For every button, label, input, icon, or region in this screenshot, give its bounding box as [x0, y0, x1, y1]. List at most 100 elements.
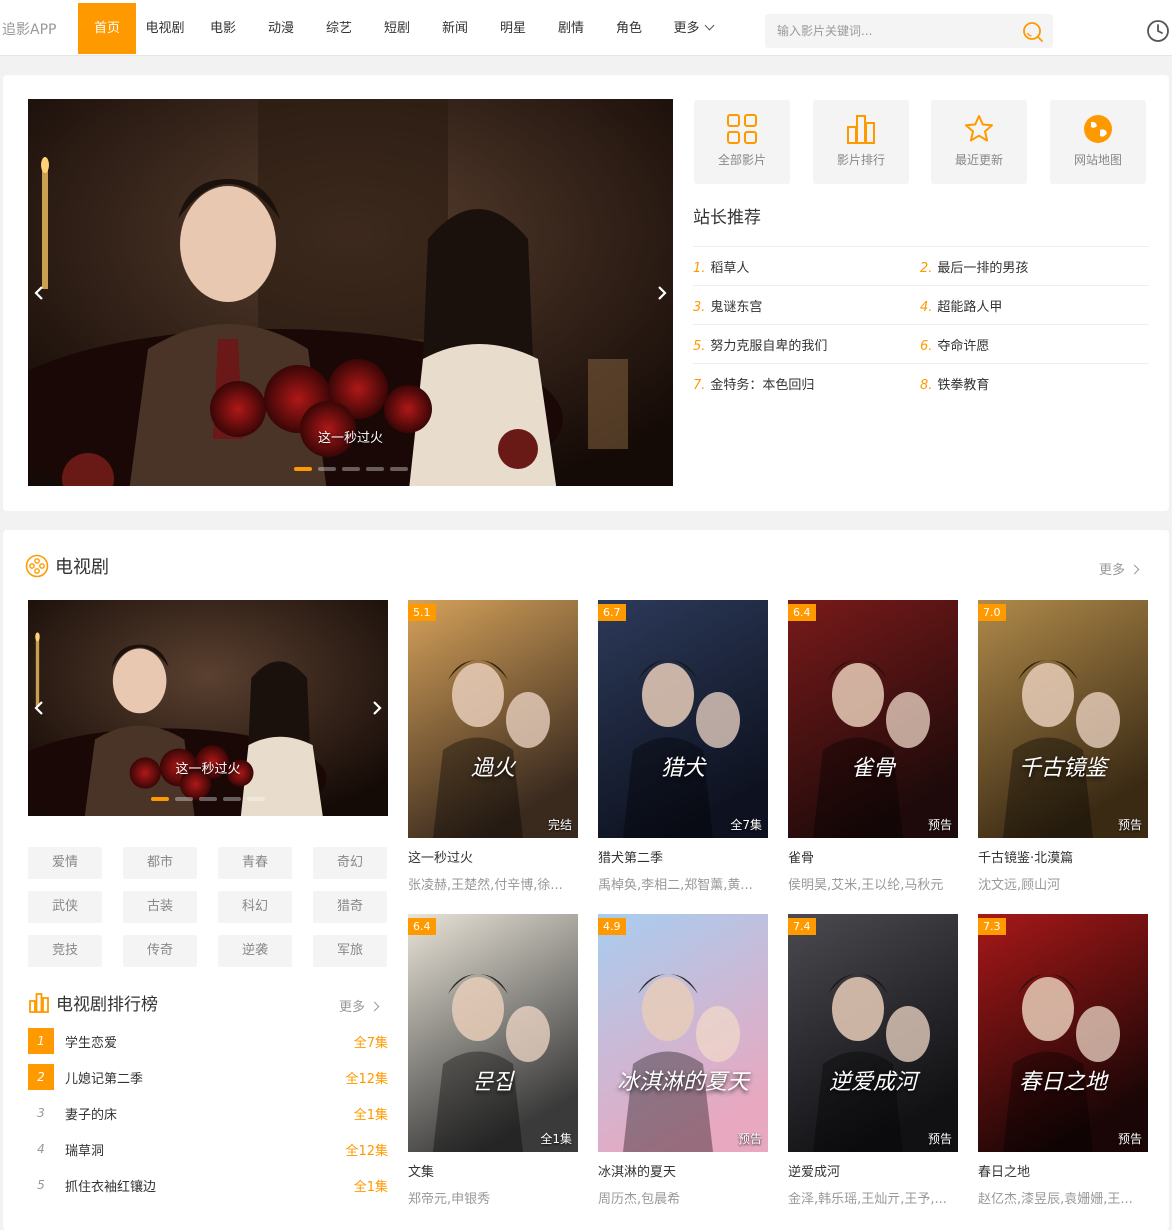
nav-plot[interactable]: 剧情: [542, 3, 600, 54]
genre-tag[interactable]: 古装: [123, 891, 197, 923]
movie-card[interactable]: 문집 6.4 全1集 文集 郑帝元,申银秀: [408, 914, 578, 1207]
carousel-dot[interactable]: [389, 467, 408, 471]
movie-card[interactable]: 猎犬 6.7 全7集 猎犬第二季 禹棹奂,李相二,郑智薰,黄...: [598, 600, 768, 893]
nav-stars[interactable]: 明星: [484, 3, 542, 54]
carousel-dot[interactable]: [293, 467, 312, 471]
rank-row[interactable]: 2 儿媳记第二季 全12集: [28, 1059, 388, 1095]
rank-row[interactable]: 1 学生恋爱 全7集: [28, 1023, 388, 1059]
mini-banner-prev-arrow-icon[interactable]: [30, 695, 50, 721]
nav-home[interactable]: 首页: [78, 3, 136, 54]
nav-tv[interactable]: 电视剧: [136, 3, 194, 54]
genre-tag[interactable]: 青春: [218, 847, 292, 879]
quick-sitemap[interactable]: 网站地图: [1050, 100, 1146, 184]
carousel-dot[interactable]: [223, 797, 241, 801]
chevron-right-icon: [1129, 564, 1140, 575]
site-logo[interactable]: 追影APP: [2, 19, 56, 39]
nav-movie[interactable]: 电影: [194, 3, 252, 54]
recommend-item[interactable]: 1. 稻草人: [693, 257, 920, 276]
tv-more-link[interactable]: 更多: [1099, 559, 1140, 578]
recommend-name: 鬼谜东宫: [710, 299, 763, 315]
hero-banner-caption: 这一秒过火: [317, 431, 383, 446]
poster-art: [978, 600, 1148, 838]
rank-episodes: 全1集: [353, 1107, 388, 1123]
movie-cast: 赵亿杰,漆昱辰,袁姗姗,王...: [978, 1192, 1133, 1207]
poster-title-art: 過火: [470, 756, 515, 781]
poster-art: [598, 600, 768, 838]
movie-card[interactable]: 過火 5.1 完结 这一秒过火 张凌赫,王楚然,付辛博,徐...: [408, 600, 578, 893]
recommend-item[interactable]: 6. 夺命许愿: [920, 335, 1147, 354]
recommend-item[interactable]: 8. 铁拳教育: [920, 374, 1147, 393]
genre-tag[interactable]: 爱情: [28, 847, 102, 879]
recommend-name: 稻草人: [710, 260, 750, 276]
nav-more[interactable]: 更多: [658, 3, 728, 54]
chevron-right-icon: [369, 1001, 380, 1012]
mini-banner-next-arrow-icon[interactable]: [366, 695, 386, 721]
genre-tag[interactable]: 都市: [123, 847, 197, 879]
recommend-row: 5. 努力克服自卑的我们 6. 夺命许愿: [693, 324, 1149, 363]
genre-tag[interactable]: 科幻: [218, 891, 292, 923]
banner-prev-arrow-icon[interactable]: [30, 280, 50, 306]
recommend-item[interactable]: 4. 超能路人甲: [920, 296, 1147, 315]
carousel-dot[interactable]: [151, 797, 169, 801]
movie-cast: 郑帝元,申银秀: [408, 1192, 491, 1207]
carousel-dot[interactable]: [341, 467, 360, 471]
carousel-dot[interactable]: [175, 797, 193, 801]
history-clock-icon[interactable]: [1146, 19, 1170, 43]
movie-cast: 禹棹奂,李相二,郑智薰,黄...: [598, 878, 753, 893]
grid-icon: [727, 114, 757, 144]
tv-rank-list: 1 学生恋爱 全7集 2 儿媳记第二季 全12集 3 妻子的床 全1集 4 瑞草…: [28, 1023, 388, 1203]
recommend-item[interactable]: 7. 金特务：本色回归: [693, 374, 920, 393]
movie-poster: 千古镜鉴 7.0 预告: [978, 600, 1148, 838]
hero-banner[interactable]: 这一秒过火: [28, 99, 673, 486]
nav-anime[interactable]: 动漫: [252, 3, 310, 54]
nav-short[interactable]: 短剧: [368, 3, 426, 54]
search-icon[interactable]: [1021, 20, 1045, 44]
tv-mini-banner[interactable]: 这一秒过火: [28, 600, 388, 816]
movie-card[interactable]: 雀骨 6.4 预告 雀骨 侯明昊,艾米,王以纶,马秋元: [788, 600, 958, 893]
genre-tag[interactable]: 奇幻: [313, 847, 387, 879]
movie-card[interactable]: 冰淇淋的夏天 4.9 预告 冰淇淋的夏天 周历杰,包晨希: [598, 914, 768, 1207]
recommend-item[interactable]: 2. 最后一排的男孩: [920, 257, 1147, 276]
movie-cast: 周历杰,包晨希: [598, 1192, 681, 1207]
genre-tag[interactable]: 传奇: [123, 935, 197, 967]
nav-news[interactable]: 新闻: [426, 3, 484, 54]
carousel-dot[interactable]: [199, 797, 217, 801]
poster-title-art: 春日之地: [1018, 1070, 1107, 1095]
rank-row[interactable]: 5 抓住衣袖红镶边 全1集: [28, 1167, 388, 1203]
movie-card[interactable]: 春日之地 7.3 预告 春日之地 赵亿杰,漆昱辰,袁姗姗,王...: [978, 914, 1148, 1207]
quick-latest[interactable]: 最近更新: [931, 100, 1027, 184]
genre-tag[interactable]: 猎奇: [313, 891, 387, 923]
quick-ranking[interactable]: 影片排行: [813, 100, 909, 184]
tv-rank-more-link[interactable]: 更多: [339, 996, 380, 1015]
quick-all-movies[interactable]: 全部影片: [694, 100, 790, 184]
movie-card[interactable]: 逆爱成河 7.4 预告 逆爱成河 金泽,韩乐瑶,王灿亓,王予,...: [788, 914, 958, 1207]
genre-tag[interactable]: 军旅: [313, 935, 387, 967]
search-box: [765, 14, 1053, 48]
genre-tag[interactable]: 竞技: [28, 935, 102, 967]
rank-number: 4: [37, 1142, 45, 1156]
top-header: 追影APP 首页 电视剧 电影 动漫 综艺 短剧 新闻 明星 剧情 角色 更多: [0, 0, 1172, 56]
status-badge: 预告: [927, 1132, 952, 1146]
banner-next-arrow-icon[interactable]: [651, 280, 671, 306]
recommend-no: 7.: [693, 377, 706, 393]
poster-title-art: 猎犬: [660, 756, 705, 781]
movie-card[interactable]: 千古镜鉴 7.0 预告 千古镜鉴·北漠篇 沈文远,顾山河: [978, 600, 1148, 893]
tv-rank-more-label: 更多: [339, 1000, 366, 1015]
movie-title: 文集: [408, 1165, 435, 1180]
carousel-dot[interactable]: [247, 797, 265, 801]
movie-poster: 문집 6.4 全1集: [408, 914, 578, 1152]
rank-row[interactable]: 4 瑞草洞 全12集: [28, 1131, 388, 1167]
genre-tag[interactable]: 逆袭: [218, 935, 292, 967]
search-input[interactable]: [765, 14, 1015, 48]
carousel-dot[interactable]: [317, 467, 336, 471]
nav-variety[interactable]: 综艺: [310, 3, 368, 54]
movie-poster: 逆爱成河 7.4 预告: [788, 914, 958, 1152]
recommend-item[interactable]: 5. 努力克服自卑的我们: [693, 335, 920, 354]
recommend-list: 1. 稻草人 2. 最后一排的男孩 3. 鬼谜东宫 4. 超能路人甲 5. 努力克服自卑的…: [693, 246, 1149, 402]
genre-tag[interactable]: 武侠: [28, 891, 102, 923]
carousel-dot[interactable]: [365, 467, 384, 471]
recommend-name: 最后一排的男孩: [937, 260, 1029, 276]
recommend-item[interactable]: 3. 鬼谜东宫: [693, 296, 920, 315]
rank-row[interactable]: 3 妻子的床 全1集: [28, 1095, 388, 1131]
nav-roles[interactable]: 角色: [600, 3, 658, 54]
